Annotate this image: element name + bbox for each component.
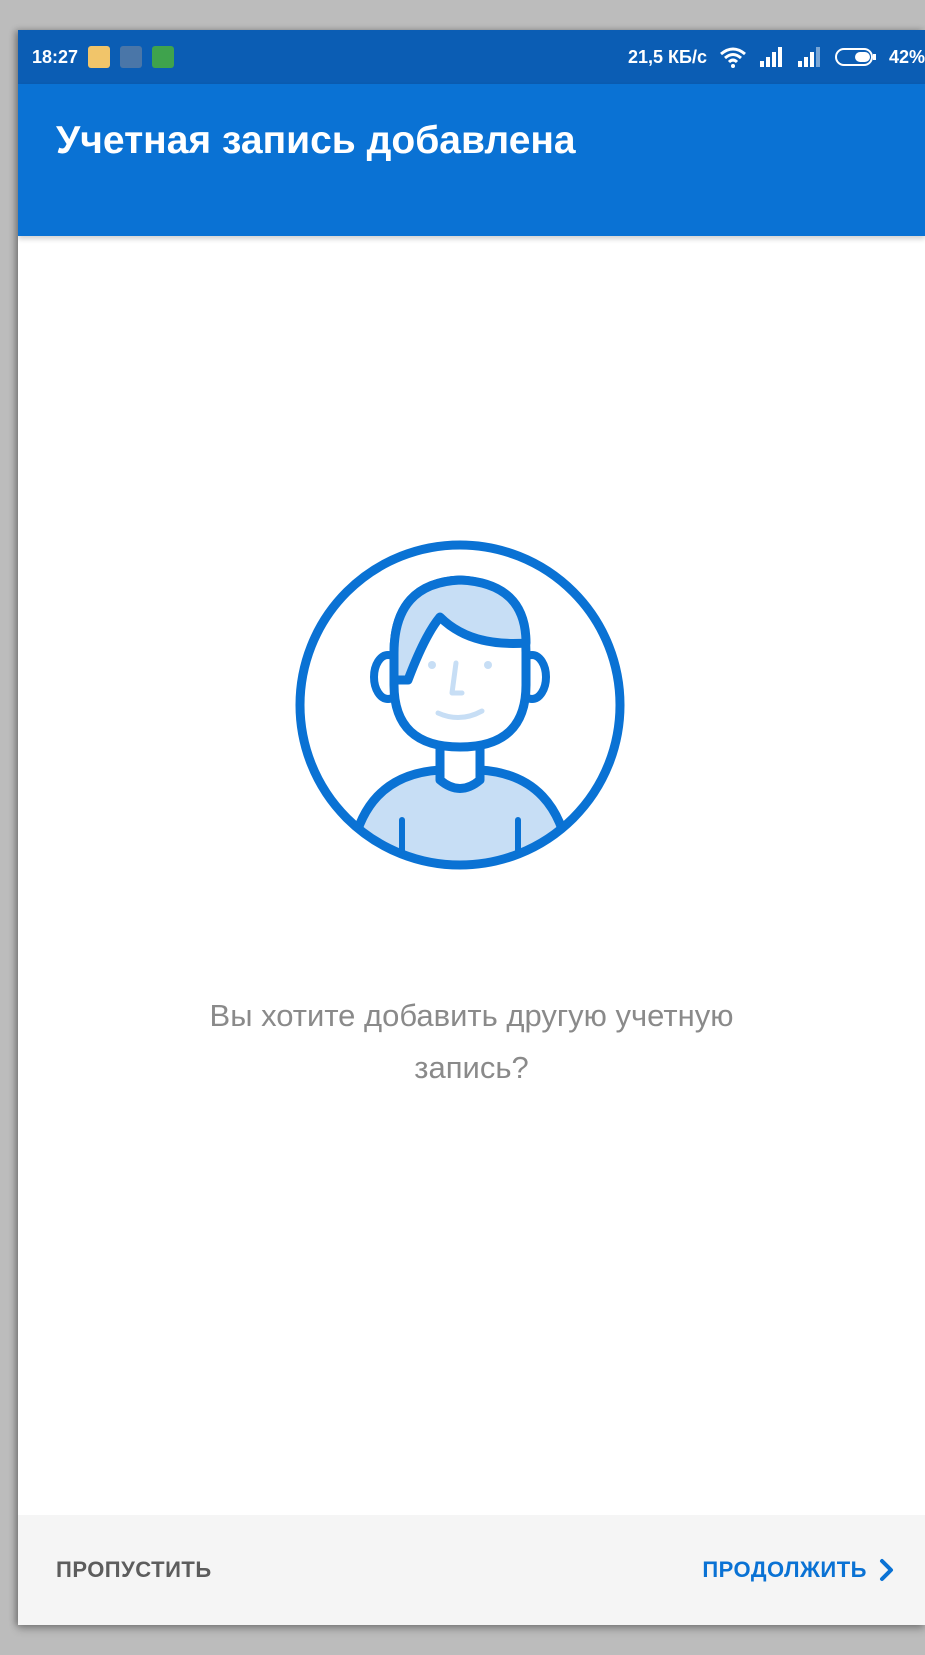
network-speed: 21,5 КБ/с bbox=[627, 46, 707, 67]
battery-percent: 42% bbox=[888, 46, 925, 67]
battery-icon bbox=[834, 48, 876, 66]
bottom-action-bar: ПРОПУСТИТЬ ПРОДОЛЖИТЬ bbox=[18, 1515, 925, 1625]
status-bar-left: 18:27 bbox=[32, 30, 175, 84]
chevron-right-icon bbox=[880, 1559, 893, 1581]
page-title: Учетная запись добавлена bbox=[56, 119, 576, 162]
continue-label: ПРОДОЛЖИТЬ bbox=[702, 1557, 867, 1582]
add-account-question: Вы хотите добавить другую учетную запись… bbox=[18, 990, 925, 1094]
continue-button[interactable]: ПРОДОЛЖИТЬ bbox=[702, 1515, 895, 1625]
status-bar-right: 21,5 КБ/с 42% bbox=[628, 30, 925, 84]
status-bar: 18:27 21,5 КБ/с 42% bbox=[18, 30, 925, 84]
skip-button[interactable]: ПРОПУСТИТЬ bbox=[56, 1515, 212, 1625]
vk-icon bbox=[120, 46, 143, 68]
status-time: 18:27 bbox=[32, 46, 79, 67]
account-illustration bbox=[290, 535, 630, 875]
question-line-1: Вы хотите добавить другую учетную bbox=[209, 998, 734, 1033]
app-icon bbox=[152, 46, 175, 68]
user-avatar-icon bbox=[295, 540, 625, 870]
calendar-icon bbox=[88, 46, 111, 68]
signal-icon-2 bbox=[797, 47, 820, 67]
phone-screen: 18:27 21,5 КБ/с 42% Учетная запись добав… bbox=[18, 30, 925, 1625]
app-toolbar: Учетная запись добавлена bbox=[18, 84, 925, 236]
question-line-2: запись? bbox=[414, 1050, 529, 1085]
signal-icon-1 bbox=[759, 47, 782, 67]
wifi-icon bbox=[720, 47, 746, 68]
